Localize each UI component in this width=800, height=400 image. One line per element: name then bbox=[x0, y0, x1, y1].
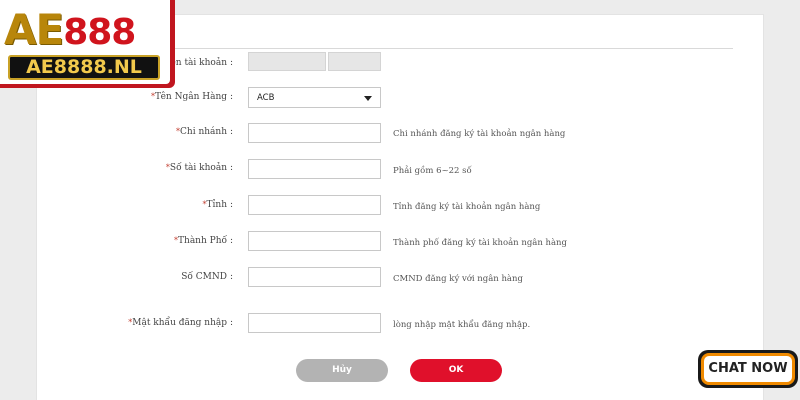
id-card-hint: CMND đăng ký với ngân hàng bbox=[393, 274, 523, 284]
colon: : bbox=[230, 236, 234, 246]
account-number-hint: Phải gồm 6~22 số bbox=[393, 166, 472, 176]
province-hint: Tỉnh đăng ký tài khoản ngân hàng bbox=[393, 202, 541, 212]
colon: : bbox=[230, 58, 234, 68]
chat-now-button[interactable]: CHAT NOW bbox=[698, 350, 798, 388]
account-name-part1 bbox=[248, 52, 326, 71]
chevron-down-icon bbox=[364, 96, 372, 101]
bank-select-value: ACB bbox=[257, 93, 275, 103]
colon: : bbox=[230, 92, 234, 102]
province-label: *Tỉnh bbox=[202, 200, 227, 210]
branch-input[interactable] bbox=[248, 123, 381, 143]
chat-now-label: CHAT NOW bbox=[701, 353, 795, 385]
colon: : bbox=[230, 272, 234, 282]
city-hint: Thành phố đăng ký tài khoản ngân hàng bbox=[393, 238, 567, 248]
brand-logo-card: AE888 AE8888.NL bbox=[0, 0, 170, 84]
city-label: *Thành Phố bbox=[174, 236, 227, 246]
form-top-divider bbox=[77, 48, 733, 49]
login-password-input[interactable] bbox=[248, 313, 381, 333]
id-card-label: Số CMND bbox=[181, 272, 227, 282]
colon: : bbox=[230, 200, 234, 210]
bank-select[interactable]: ACB bbox=[248, 87, 381, 108]
login-password-hint: lòng nhập mật khẩu đăng nhập. bbox=[393, 320, 531, 330]
colon: : bbox=[230, 127, 234, 137]
province-input[interactable] bbox=[248, 195, 381, 215]
branch-hint: Chi nhánh đăng ký tài khoản ngân hàng bbox=[393, 129, 566, 139]
bank-name-label: *Tên Ngân Hàng bbox=[151, 92, 227, 102]
colon: : bbox=[230, 318, 234, 328]
account-number-input[interactable] bbox=[248, 159, 381, 179]
colon: : bbox=[230, 163, 234, 173]
account-number-label: *Số tài khoản bbox=[165, 163, 227, 173]
ok-button[interactable]: OK bbox=[410, 359, 502, 382]
cancel-button[interactable]: Hủy bbox=[296, 359, 388, 382]
brand-logo: AE888 AE8888.NL bbox=[0, 0, 175, 88]
city-input[interactable] bbox=[248, 231, 381, 251]
id-card-input[interactable] bbox=[248, 267, 381, 287]
account-name-part2 bbox=[328, 52, 381, 71]
brand-logo-url: AE8888.NL bbox=[8, 55, 160, 80]
brand-logo-wordmark: AE888 bbox=[4, 5, 136, 54]
branch-label: *Chi nhánh bbox=[176, 127, 227, 137]
login-password-label: *Mật khẩu đăng nhập bbox=[128, 318, 227, 328]
